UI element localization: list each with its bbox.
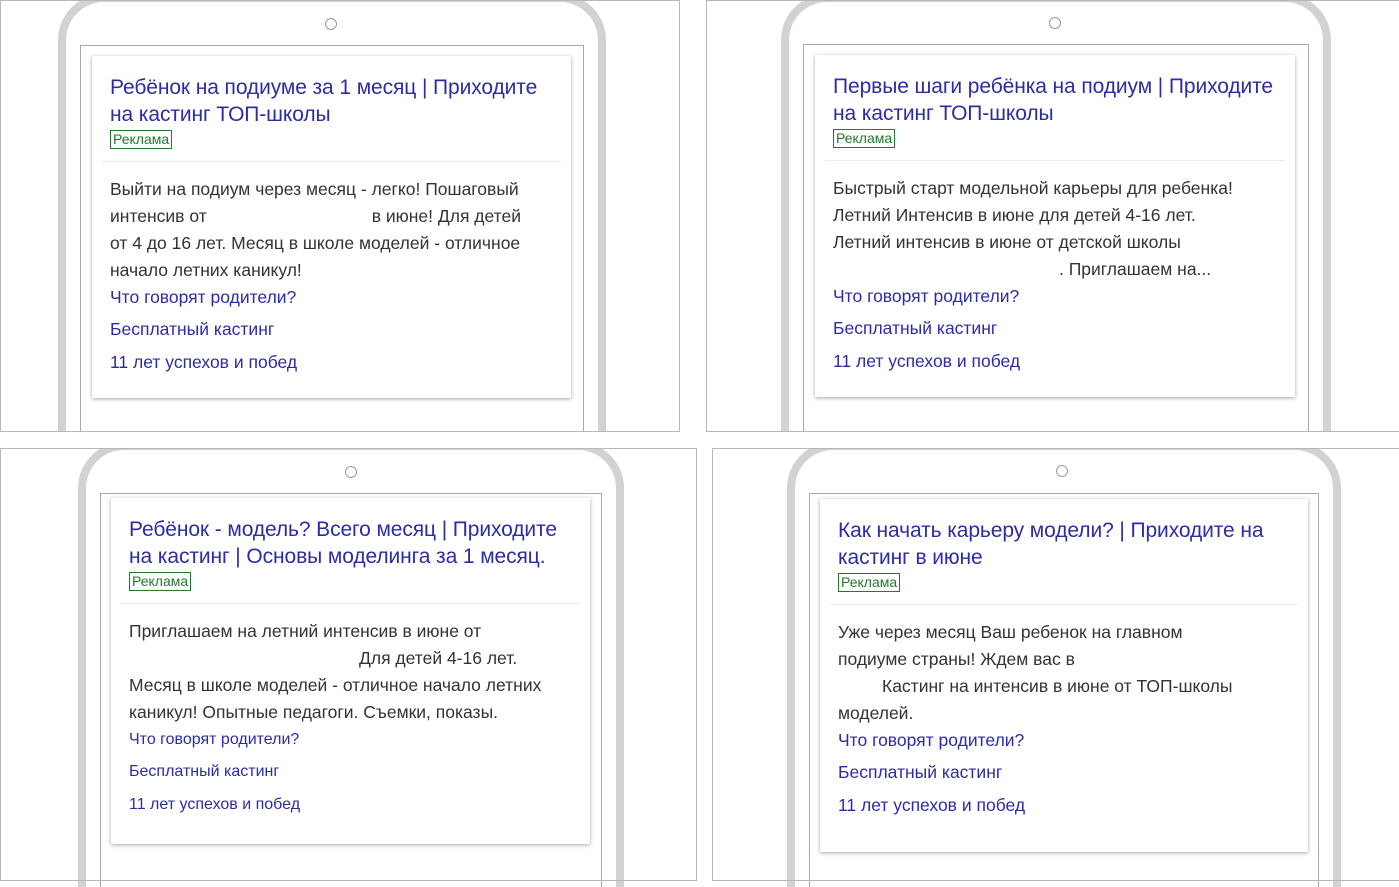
desc-line: Уже через месяц Ваш ребенок на главном [838,622,1183,642]
sitelink-years[interactable]: 11 лет успехов и побед [129,791,572,818]
ad-badge: Реклама [129,572,192,591]
sitelink-years[interactable]: 11 лет успехов и побед [110,349,553,376]
desc-line: Летний Интенсив в июне для детей 4-16 ле… [833,205,1196,225]
phone-camera-icon [1049,17,1061,29]
sitelink-years[interactable]: 11 лет успехов и побед [833,348,1277,375]
sitelink-reviews[interactable]: Что говорят родители? [838,727,1290,754]
ad-preview-panel-4: Как начать карьеру модели? | Приходите н… [712,448,1399,887]
ad-card: Ребёнок - модель? Всего месяц | Приходит… [111,498,590,844]
desc-line: моделей. [838,703,914,723]
divider [830,604,1298,605]
ad-title[interactable]: Ребёнок - модель? Всего месяц | Приходит… [129,516,572,570]
phone-camera-icon [1056,465,1068,477]
desc-line: Приглашаем на летний интенсив в июне от [129,621,482,641]
ad-card: Ребёнок на подиуме за 1 месяц | Приходит… [92,56,571,398]
desc-line: от 4 до 16 лет. Месяц в школе моделей - … [110,233,521,253]
sitelink-free-casting[interactable]: Бесплатный кастинг [110,316,553,343]
desc-line: Месяц в школе моделей - отличное начало … [129,675,542,695]
ad-description: Быстрый старт модельной карьеры для ребе… [833,175,1277,283]
sitelink-reviews[interactable]: Что говорят родители? [129,726,572,753]
sitelink-years[interactable]: 11 лет успехов и побед [838,792,1290,819]
sitelink-reviews[interactable]: Что говорят родители? [110,284,553,311]
ad-title[interactable]: Первые шаги ребёнка на подиум | Приходит… [833,73,1277,127]
divider [121,603,580,604]
desc-line: подиуме страны! Ждем вас в [838,649,1075,669]
ad-preview-panel-1: Ребёнок на подиуме за 1 месяц | Приходит… [0,0,680,432]
sitelink-free-casting[interactable]: Бесплатный кастинг [838,759,1290,786]
ad-description: Выйти на подиум через месяц - легко! Пош… [110,176,553,284]
ad-preview-panel-2: Первые шаги ребёнка на подиум | Приходит… [706,0,1399,432]
ad-description: Приглашаем на летний интенсив в июне от … [129,618,572,726]
desc-line: каникул! Опытные педагоги. Съемки, показ… [129,702,499,722]
desc-line: Летний интенсив в июне от детской школы [833,232,1181,252]
ad-card: Как начать карьеру модели? | Приходите н… [820,499,1308,852]
desc-line: . Приглашаем на... [1059,259,1212,279]
sitelink-reviews[interactable]: Что говорят родители? [833,283,1277,310]
desc-line: Выйти на подиум через месяц - легко! Пош… [110,179,519,199]
desc-line: в июне! Для детей [371,206,521,226]
desc-line: Кастинг на интенсив в июне от ТОП-школы [882,676,1233,696]
sitelink-free-casting[interactable]: Бесплатный кастинг [129,758,572,785]
ad-title[interactable]: Как начать карьеру модели? | Приходите н… [838,517,1290,571]
divider [102,161,561,162]
sitelink-free-casting[interactable]: Бесплатный кастинг [833,315,1277,342]
desc-line: Быстрый старт модельной карьеры для ребе… [833,178,1233,198]
ad-badge: Реклама [838,573,901,592]
ad-preview-panel-3: Ребёнок - модель? Всего месяц | Приходит… [0,448,697,887]
desc-line: Для детей 4-16 лет. [359,648,518,668]
ad-description: Уже через месяц Ваш ребенок на главном п… [838,619,1290,727]
ad-badge: Реклама [833,129,896,148]
ad-card: Первые шаги ребёнка на подиум | Приходит… [815,55,1295,397]
ad-title[interactable]: Ребёнок на подиуме за 1 месяц | Приходит… [110,74,553,128]
desc-line: начало летних каникул! [110,260,302,280]
divider [825,160,1285,161]
ad-badge: Реклама [110,130,173,149]
phone-camera-icon [345,466,357,478]
desc-line: интенсив от [110,206,207,226]
phone-camera-icon [325,18,337,30]
